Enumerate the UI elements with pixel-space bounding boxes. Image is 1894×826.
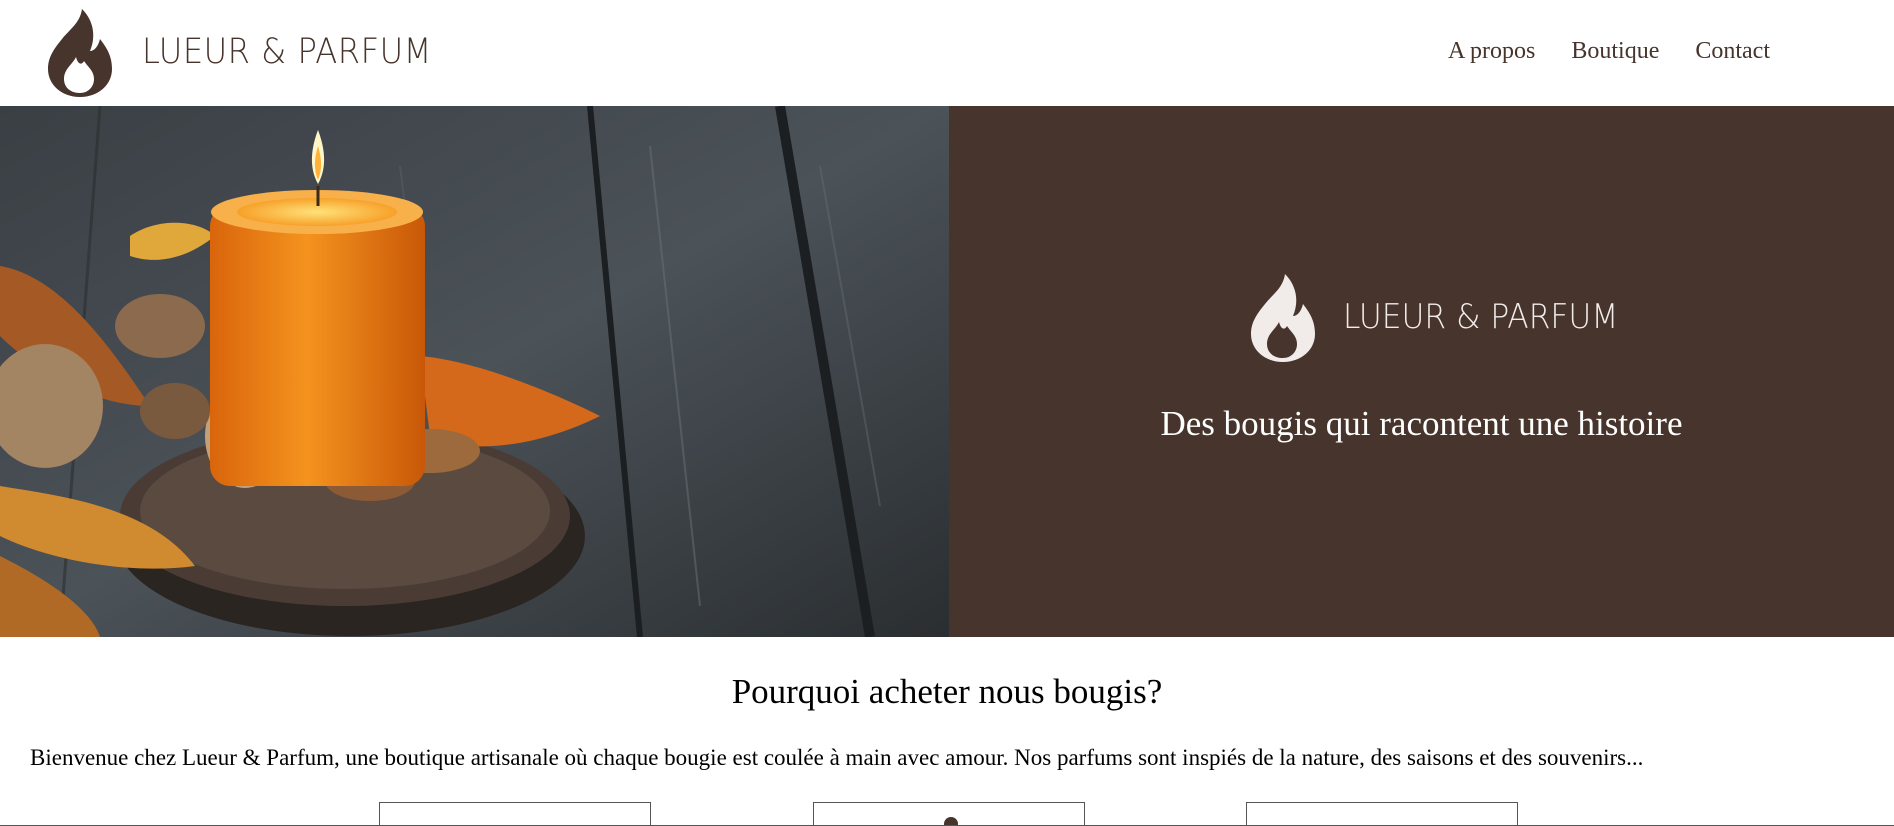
- nav-link-a-propos[interactable]: A propos: [1448, 38, 1535, 65]
- flame-icon: [1251, 274, 1315, 362]
- main-nav: A propos Boutique Contact: [1448, 38, 1770, 65]
- intro-paragraph: Bienvenue chez Lueur & Parfum, une bouti…: [30, 745, 1644, 770]
- hero-brand-name: LUEUR & PARFUM: [1343, 297, 1619, 337]
- hero-brand-panel: LUEUR & PARFUM Des bougis qui racontent …: [949, 106, 1894, 637]
- section-title: Pourquoi acheter nous bougis?: [731, 672, 1163, 711]
- feature-card: [1246, 802, 1518, 826]
- hero-tagline: Des bougis qui racontent une histoire: [1160, 404, 1683, 443]
- hero-section: LUEUR & PARFUM Des bougis qui racontent …: [0, 106, 1894, 637]
- brand-name: LUEUR & PARFUM: [142, 31, 432, 72]
- flame-icon: [48, 8, 112, 97]
- header-logo[interactable]: LUEUR & PARFUM: [40, 4, 457, 99]
- site-header: LUEUR & PARFUM A propos Boutique Contact: [0, 0, 1894, 106]
- feature-card: [379, 802, 651, 826]
- feature-card: [813, 802, 1085, 826]
- nav-link-contact[interactable]: Contact: [1695, 38, 1770, 65]
- hero-candle-image: [0, 106, 949, 637]
- nav-link-boutique[interactable]: Boutique: [1571, 38, 1659, 65]
- hero-logo: LUEUR & PARFUM: [1243, 272, 1642, 362]
